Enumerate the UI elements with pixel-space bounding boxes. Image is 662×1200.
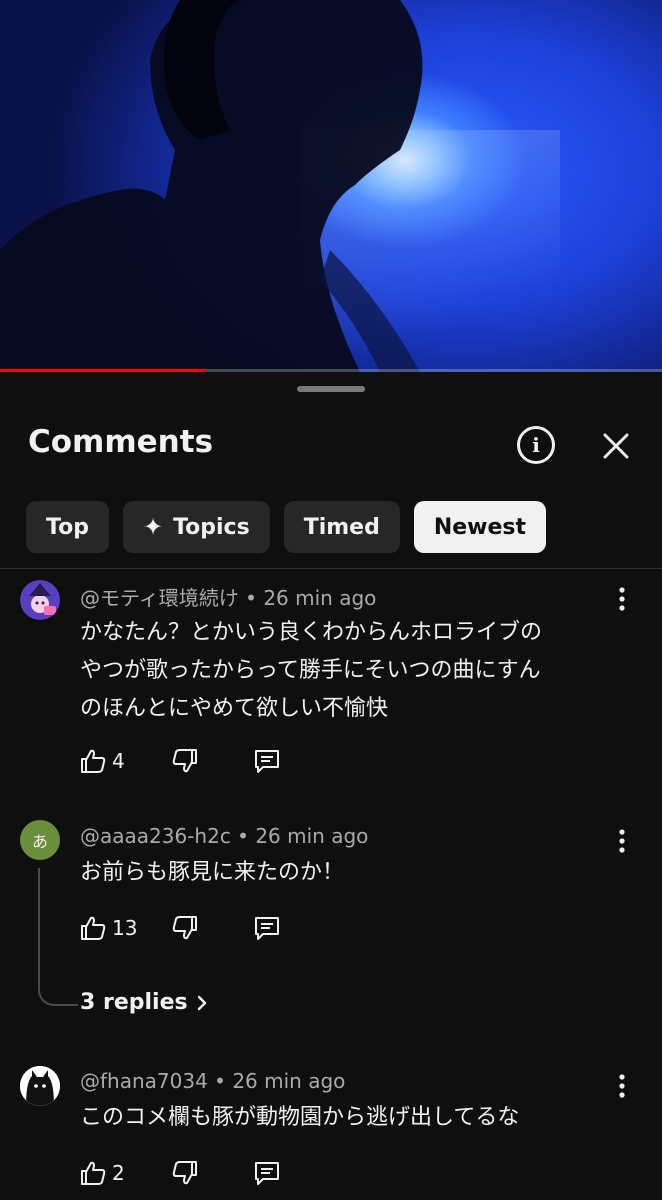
reply-button[interactable] [252, 910, 282, 946]
more-options-icon[interactable] [611, 584, 633, 614]
avatar[interactable]: あ [20, 820, 60, 860]
comment-author[interactable]: @モティ環境続け [80, 586, 239, 610]
chip-topics[interactable]: ✦ Topics [122, 501, 270, 553]
comment-line: お前らも豚見に来たのか！ [80, 860, 345, 885]
more-options-icon[interactable] [611, 1071, 633, 1101]
video-frame-silhouette [0, 0, 423, 372]
sparkle-icon: ✦ [142, 513, 164, 541]
chip-newest[interactable]: Newest [413, 501, 547, 553]
comment-time: 26 min ago [255, 824, 369, 848]
divider [0, 568, 662, 569]
reply-thread-line [38, 868, 78, 1006]
chip-top[interactable]: Top [26, 501, 109, 553]
thumbs-up-icon [81, 749, 106, 773]
avatar[interactable] [20, 1066, 60, 1106]
comment-line: やつが歌ったからって勝手にそいつの曲にすん [80, 658, 541, 683]
replies-label: 3 replies [80, 990, 188, 1015]
comment-text: お前らも豚見に来たのか！ [80, 854, 620, 892]
reply-button[interactable] [252, 1155, 282, 1191]
reply-icon [255, 917, 279, 940]
like-count: 2 [112, 1161, 125, 1185]
close-icon[interactable] [598, 428, 634, 464]
comment-text: かなたん？とかいう良くわからんホロライブの やつが歌ったからって勝手にそいつの曲… [80, 614, 620, 728]
thumbs-down-icon [172, 916, 197, 940]
comment-line: かなたん？とかいう良くわからんホロライブの [80, 620, 543, 645]
reply-icon [255, 1162, 279, 1185]
thumbs-down-icon [172, 1161, 197, 1185]
comment-text: このコメ欄も豚が動物園から逃げ出してるな [80, 1099, 620, 1137]
dislike-button[interactable] [170, 1155, 200, 1191]
sort-chips: Top ✦ Topics Timed Newest [26, 501, 547, 553]
chip-label: Topics [173, 514, 250, 540]
more-options-icon[interactable] [611, 826, 633, 856]
comment-line: のほんとにやめて欲しい不愉快 [80, 696, 389, 721]
panel-title: Comments [28, 424, 214, 460]
thumbs-down-icon [172, 749, 197, 773]
avatar-letter: あ [31, 832, 48, 851]
comments-panel: Comments i Top ✦ Topics Timed Newest @モティ… [0, 372, 662, 1200]
chip-label: Top [46, 514, 89, 540]
like-button[interactable]: 2 [78, 1155, 125, 1191]
like-count: 13 [112, 916, 138, 940]
chevron-right-icon [197, 995, 206, 1010]
chip-label: Timed [303, 514, 380, 540]
video-player[interactable] [0, 0, 662, 372]
thumbs-up-icon [81, 916, 106, 940]
like-count: 4 [112, 749, 125, 773]
comment-time: 26 min ago [263, 586, 377, 610]
comment-line: このコメ欄も豚が動物園から逃げ出してるな [80, 1105, 520, 1130]
reply-icon [255, 750, 279, 773]
drag-handle[interactable] [297, 386, 365, 392]
comment-meta: @モティ環境続け • 26 min ago [80, 586, 377, 610]
info-icon[interactable]: i [517, 426, 555, 464]
like-button[interactable]: 13 [78, 910, 137, 946]
comment-author[interactable]: @aaaa236-h2c [80, 824, 231, 848]
reply-button[interactable] [252, 743, 282, 779]
comment-time: 26 min ago [232, 1069, 346, 1093]
avatar-image [20, 580, 60, 620]
chip-label: Newest [433, 514, 527, 540]
dislike-button[interactable] [170, 910, 200, 946]
comment-meta: @fhana7034 • 26 min ago [80, 1069, 346, 1093]
avatar-image [20, 1066, 60, 1106]
replies-button[interactable]: 3 replies [80, 990, 210, 1015]
avatar[interactable] [20, 580, 60, 620]
comment-author[interactable]: @fhana7034 [80, 1069, 208, 1093]
thumbs-up-icon [81, 1161, 106, 1185]
dislike-button[interactable] [170, 743, 200, 779]
comment-meta: @aaaa236-h2c • 26 min ago [80, 824, 369, 848]
like-button[interactable]: 4 [78, 743, 125, 779]
chip-timed[interactable]: Timed [283, 501, 400, 553]
